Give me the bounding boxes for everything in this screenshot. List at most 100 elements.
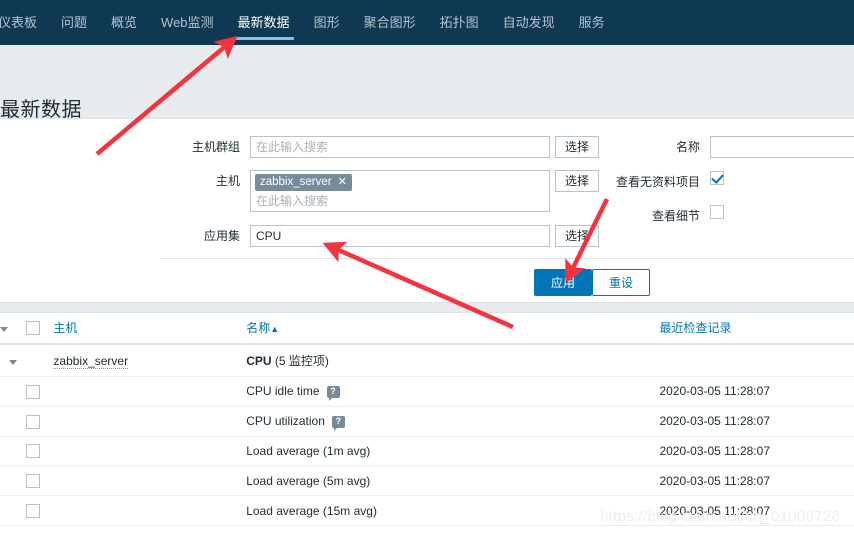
chevron-down-icon[interactable] xyxy=(8,359,17,365)
show-no-data-checkbox[interactable] xyxy=(710,171,724,185)
row-last-check: 2020-03-05 11:28:07 xyxy=(659,406,854,437)
nav-item-discovery[interactable]: 自动发现 xyxy=(491,0,567,45)
nav-item-dashboard[interactable]: 仪表板 xyxy=(0,0,49,45)
item-name: CPU utilization xyxy=(246,414,325,429)
main-navigation: 仪表板 问题 概览 Web监测 最新数据 图形 聚合图形 拓扑图 自动发现 服务 xyxy=(0,0,854,45)
application-label: 应用集 xyxy=(203,229,240,243)
row-check-cell xyxy=(25,495,54,527)
host-link[interactable]: zabbix_server xyxy=(53,353,129,369)
filter-row-show-no-data: 查看无资料项目 xyxy=(600,171,724,193)
filter-form: 主机群组 选择 主机 zabbix_server ✕ 选择 应用集 选择 名称 xyxy=(0,119,854,258)
row-arrow-cell xyxy=(0,436,26,467)
show-details-checkbox[interactable] xyxy=(710,205,724,219)
column-header-host[interactable]: 主机 xyxy=(53,313,247,345)
table-row: Load average (1m avg) 2020-03-05 11:28:0… xyxy=(0,436,854,467)
table-row: Load average (15m avg) 2020-03-05 11:28:… xyxy=(0,495,854,527)
row-last-check: 2020-03-05 11:28:07 xyxy=(659,495,854,527)
reset-button[interactable]: 重设 xyxy=(592,269,651,296)
filter-divider xyxy=(160,258,854,259)
name-label: 名称 xyxy=(675,140,700,154)
row-host-cell xyxy=(53,406,247,437)
filter-row-application: 应用集 选择 xyxy=(170,225,600,247)
table-group-row: zabbix_server CPU (5 监控项) xyxy=(0,344,854,377)
row-check-cell xyxy=(25,465,54,497)
row-arrow-cell xyxy=(0,406,26,437)
help-icon[interactable]: ? xyxy=(331,416,345,432)
row-host-cell xyxy=(53,436,247,467)
host-chip-zabbix-server[interactable]: zabbix_server ✕ xyxy=(255,174,352,191)
application-input[interactable] xyxy=(250,225,550,247)
row-host-cell xyxy=(53,465,247,497)
host-chip-label: zabbix_server xyxy=(260,176,332,188)
item-name: Load average (1m avg) xyxy=(246,444,371,459)
group-host-cell: zabbix_server xyxy=(53,344,247,377)
row-checkbox[interactable] xyxy=(25,444,40,459)
application-select-button[interactable]: 选择 xyxy=(555,225,600,247)
nav-item-latest-data[interactable]: 最新数据 xyxy=(226,0,302,45)
column-header-name[interactable]: 名称▲ xyxy=(246,313,660,345)
nav-item-problems[interactable]: 问题 xyxy=(49,0,99,45)
filter-row-show-details: 查看细节 xyxy=(600,205,724,227)
row-host-cell xyxy=(53,376,247,407)
close-icon[interactable]: ✕ xyxy=(338,175,347,190)
nav-item-graphs[interactable]: 图形 xyxy=(302,0,352,45)
help-icon[interactable]: ? xyxy=(326,386,340,402)
item-name: Load average (15m avg) xyxy=(246,503,377,518)
row-name-cell: CPU idle time? xyxy=(246,376,660,407)
nav-item-overview[interactable]: 概览 xyxy=(99,0,149,45)
latest-data-table: 主机 名称▲ 最近检查记录 zabbix_server CPU (5 监控项) … xyxy=(0,313,854,527)
row-checkbox[interactable] xyxy=(25,414,40,429)
row-check-cell xyxy=(25,436,54,467)
group-collapse-cell xyxy=(0,344,26,377)
column-header-name-label[interactable]: 名称 xyxy=(246,321,270,335)
row-checkbox[interactable] xyxy=(25,504,40,519)
column-header-host-label[interactable]: 主机 xyxy=(53,321,77,335)
group-name-cell: CPU (5 监控项) xyxy=(246,344,660,377)
group-last-check-cell xyxy=(659,344,854,377)
select-all-checkbox[interactable] xyxy=(25,320,40,335)
host-search-input[interactable] xyxy=(255,191,545,209)
chevron-down-icon[interactable] xyxy=(0,326,8,332)
filter-row-name: 名称 xyxy=(600,136,854,158)
filter-row-host: 主机 zabbix_server ✕ 选择 xyxy=(170,170,600,212)
apply-button[interactable]: 应用 xyxy=(534,269,593,296)
table-row: CPU utilization? 2020-03-05 11:28:07 xyxy=(0,406,854,437)
nav-item-services[interactable]: 服务 xyxy=(567,0,617,45)
nav-item-web-monitoring[interactable]: Web监测 xyxy=(149,0,226,45)
application-item-count: (5 监控项) xyxy=(274,354,329,368)
nav-item-maps[interactable]: 拓扑图 xyxy=(428,0,491,45)
table-body: zabbix_server CPU (5 监控项) CPU idle time? xyxy=(0,344,854,527)
nav-item-screens[interactable]: 聚合图形 xyxy=(352,0,428,45)
row-checkbox[interactable] xyxy=(25,474,40,489)
row-last-check: 2020-03-05 11:28:07 xyxy=(659,436,854,467)
page-header-band: 最新数据 xyxy=(0,45,854,121)
show-no-data-label: 查看无资料项目 xyxy=(615,175,700,189)
row-arrow-cell xyxy=(0,465,26,497)
column-header-last-check[interactable]: 最近检查记录 xyxy=(659,313,854,345)
host-multiselect[interactable]: zabbix_server ✕ xyxy=(250,170,550,212)
filter-row-hostgroup: 主机群组 选择 xyxy=(170,136,600,158)
table-separator-band xyxy=(0,302,854,313)
hostgroup-input[interactable] xyxy=(250,136,550,158)
row-arrow-cell xyxy=(0,495,26,527)
sort-ascending-icon: ▲ xyxy=(270,324,280,334)
row-host-cell xyxy=(53,495,247,527)
item-name: Load average (5m avg) xyxy=(246,473,371,488)
page-title: 最新数据 xyxy=(0,99,82,121)
group-check-cell xyxy=(25,344,54,377)
hostgroup-label: 主机群组 xyxy=(191,140,240,154)
column-header-last-check-label[interactable]: 最近检查记录 xyxy=(659,321,731,335)
row-last-check: 2020-03-05 11:28:07 xyxy=(659,376,854,407)
host-label: 主机 xyxy=(215,174,240,188)
row-check-cell xyxy=(25,376,54,407)
zabbix-latest-data-page: 仪表板 问题 概览 Web监测 最新数据 图形 聚合图形 拓扑图 自动发现 服务… xyxy=(0,0,854,536)
name-input[interactable] xyxy=(710,136,854,158)
row-name-cell: Load average (15m avg) xyxy=(246,495,660,527)
select-all-cell xyxy=(25,313,54,345)
hostgroup-select-button[interactable]: 选择 xyxy=(555,136,600,158)
table-row: Load average (5m avg) 2020-03-05 11:28:0… xyxy=(0,465,854,497)
row-checkbox[interactable] xyxy=(25,384,40,399)
host-select-button[interactable]: 选择 xyxy=(555,170,600,192)
row-name-cell: CPU utilization? xyxy=(246,406,660,437)
row-arrow-cell xyxy=(0,376,26,407)
